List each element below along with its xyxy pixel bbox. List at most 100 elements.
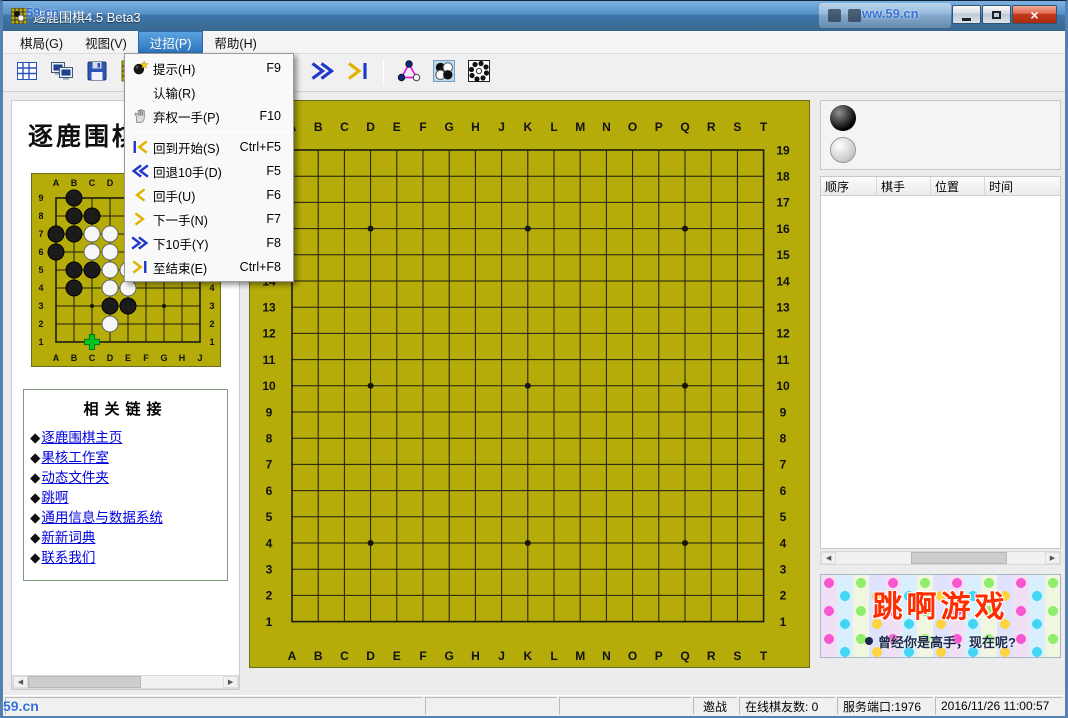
menu-item-resign[interactable]: 认输(R) (127, 80, 291, 104)
sidebar-hscrollbar[interactable]: ◀ ▶ (12, 675, 239, 689)
hint-stone-icon (127, 59, 153, 77)
black-stone-indicator (830, 105, 856, 131)
svg-text:2: 2 (38, 319, 43, 329)
menu-item-hint[interactable]: 提示(H)F9 (127, 56, 291, 80)
menu-moves[interactable]: 过招(P) (138, 31, 204, 53)
svg-text:G: G (445, 649, 454, 663)
board-setup-button[interactable] (11, 57, 43, 89)
main-goban[interactable]: AABBCCDDEEFFGGHHJJKKLLMMNNOOPPQQRRSSTT11… (249, 100, 810, 670)
scrollbar-thumb[interactable] (28, 676, 141, 688)
svg-text:M: M (575, 120, 585, 134)
ad-banner[interactable]: 跳啊游戏 曾经你是高手，现在呢? (820, 574, 1061, 658)
moves-column-header[interactable]: 顺序 (821, 177, 877, 195)
moves-column-header[interactable]: 时间 (985, 177, 1060, 195)
menu-item-label: 提示(H) (153, 59, 233, 78)
svg-text:L: L (550, 649, 557, 663)
stones-group-button[interactable] (428, 57, 460, 89)
svg-text:6: 6 (266, 484, 273, 498)
diamond-bullet-icon: ◆ (30, 530, 40, 545)
menu-item-go-to-end[interactable]: 至结束(E)Ctrl+F8 (127, 255, 291, 279)
moves-column-header[interactable]: 棋手 (877, 177, 931, 195)
svg-text:10: 10 (262, 379, 276, 393)
nav-back10-icon (127, 162, 153, 180)
svg-text:5: 5 (38, 265, 43, 275)
status-empty-2 (559, 697, 691, 715)
related-link-item: ◆逐鹿围棋主页 (30, 428, 221, 448)
menu-help[interactable]: 帮助(H) (203, 31, 267, 53)
menu-item-next-10[interactable]: 下10手(Y)F8 (127, 231, 291, 255)
minimize-button[interactable] (952, 5, 981, 24)
svg-text:19: 19 (776, 143, 790, 157)
scrollbar-track[interactable] (28, 676, 223, 688)
svg-text:S: S (733, 120, 741, 134)
svg-text:F: F (143, 353, 149, 363)
related-link[interactable]: 新新词典 (41, 530, 95, 545)
moves-table-body[interactable] (821, 196, 1060, 548)
related-link[interactable]: 果核工作室 (41, 450, 109, 465)
menu-item-label: 回手(U) (153, 186, 233, 205)
svg-text:18: 18 (776, 170, 790, 184)
menu-item-back-1[interactable]: 回手(U)F6 (127, 183, 291, 207)
related-link[interactable]: 跳啊 (41, 490, 68, 505)
diamond-bullet-icon: ◆ (30, 510, 40, 525)
player-stones-box (820, 100, 1061, 170)
analysis-network-button[interactable] (393, 57, 425, 89)
svg-text:11: 11 (263, 353, 276, 367)
menu-view[interactable]: 视图(V) (74, 31, 138, 53)
scroll-right-button[interactable]: ▶ (223, 676, 238, 688)
svg-text:14: 14 (776, 274, 790, 288)
svg-text:N: N (602, 120, 611, 134)
forward-10-moves-button[interactable] (307, 57, 339, 89)
invite-battle[interactable]: 邀战 (693, 697, 737, 715)
related-link[interactable]: 联系我们 (41, 550, 95, 565)
menu-item-label: 认输(R) (153, 83, 233, 102)
scrollbar-track[interactable] (836, 552, 1045, 564)
svg-text:13: 13 (262, 301, 276, 315)
network-play-button[interactable] (46, 57, 78, 89)
moves-column-header[interactable]: 位置 (931, 177, 985, 195)
scroll-left-button[interactable]: ◀ (13, 676, 28, 688)
svg-text:T: T (760, 649, 768, 663)
statusbar: 邀战在线棋友数: 0服务端口:19762016/11/26 11:00:57 (3, 695, 1065, 716)
svg-text:E: E (393, 649, 401, 663)
menu-item-go-to-start[interactable]: 回到开始(S)Ctrl+F5 (127, 135, 291, 159)
related-link[interactable]: 通用信息与数据系统 (41, 510, 163, 525)
menu-item-back-10[interactable]: 回退10手(D)F5 (127, 159, 291, 183)
svg-text:K: K (523, 649, 532, 663)
menu-item-next-1[interactable]: 下一手(N)F7 (127, 207, 291, 231)
svg-text:3: 3 (38, 301, 43, 311)
pass-hand-icon (127, 107, 153, 125)
menu-item-label: 回退10手(D) (153, 162, 233, 181)
svg-text:1: 1 (266, 615, 273, 629)
menu-item-label: 下一手(N) (153, 210, 233, 229)
scroll-left-button[interactable]: ◀ (821, 552, 836, 564)
svg-text:4: 4 (209, 283, 214, 293)
save-button[interactable] (81, 57, 113, 89)
svg-text:M: M (575, 649, 585, 663)
go-to-end-button[interactable] (342, 57, 374, 89)
watermark: 59.cn (3, 698, 39, 714)
close-button[interactable]: × (1012, 5, 1057, 24)
menu-item-label: 弃权一手(P) (153, 107, 233, 126)
svg-text:10: 10 (776, 379, 790, 393)
moves-table-hscrollbar[interactable]: ◀ ▶ (820, 551, 1061, 565)
scrollbar-thumb[interactable] (911, 552, 1007, 564)
maximize-button[interactable] (982, 5, 1011, 24)
svg-text:B: B (314, 649, 323, 663)
diamond-bullet-icon: ◆ (30, 450, 40, 465)
svg-text:H: H (178, 353, 185, 363)
moves-table-header: 顺序棋手位置时间 (821, 177, 1060, 196)
svg-text:C: C (88, 353, 95, 363)
nav-back-icon (127, 186, 153, 204)
svg-text:5: 5 (780, 510, 787, 524)
related-link[interactable]: 逐鹿围棋主页 (41, 430, 122, 445)
screen: 逐鹿围棋4.5 Beta3 × 棋局(G)视图(V)过招(P)帮助(H) 逐鹿围… (0, 0, 1068, 718)
nav-next10-icon (311, 59, 335, 86)
menu-game[interactable]: 棋局(G) (9, 31, 74, 53)
svg-text:R: R (707, 120, 716, 134)
svg-text:B: B (314, 120, 323, 134)
menu-item-pass[interactable]: 弃权一手(P)F10 (127, 104, 291, 128)
pattern-problem-button[interactable] (463, 57, 495, 89)
scroll-right-button[interactable]: ▶ (1045, 552, 1060, 564)
related-link[interactable]: 动态文件夹 (41, 470, 109, 485)
